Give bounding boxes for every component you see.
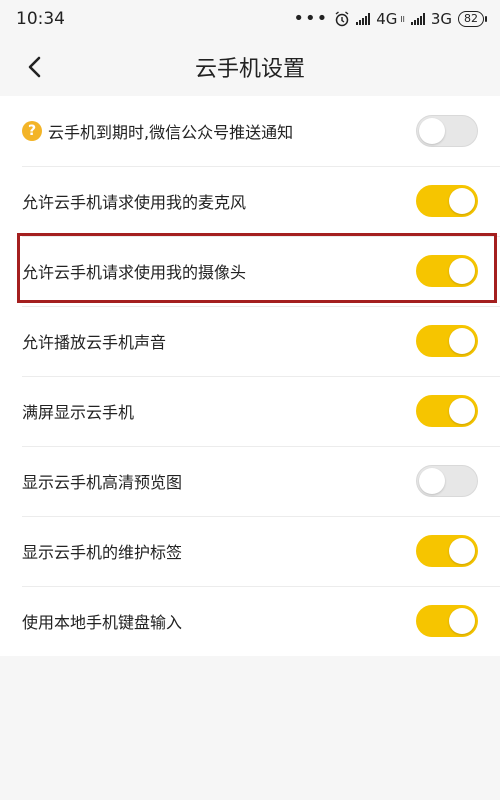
setting-row: 允许云手机请求使用我的摄像头: [0, 236, 500, 306]
network-4g-sub: ll: [400, 14, 405, 24]
setting-toggle[interactable]: [416, 325, 478, 357]
battery-icon: 82: [458, 11, 487, 27]
more-dots-icon: •••: [293, 8, 329, 29]
setting-toggle[interactable]: [416, 115, 478, 147]
settings-list: ? 云手机到期时,微信公众号推送通知 允许云手机请求使用我的麦克风 允许云手机请…: [0, 96, 500, 656]
setting-row: 允许播放云手机声音: [0, 306, 500, 376]
setting-toggle[interactable]: [416, 255, 478, 287]
toggle-knob: [449, 398, 475, 424]
setting-row: 允许云手机请求使用我的麦克风: [0, 166, 500, 236]
signal-icon: [356, 13, 371, 25]
setting-label: 允许播放云手机声音: [22, 333, 167, 352]
network-4g: 4G: [376, 10, 398, 28]
signal-icon-2: [410, 13, 425, 25]
setting-label: 允许云手机请求使用我的摄像头: [22, 263, 247, 282]
toggle-knob: [449, 538, 475, 564]
setting-label: 显示云手机的维护标签: [22, 543, 183, 562]
status-bar: 10:34 ••• 4G ll 3G 82: [0, 0, 500, 38]
setting-toggle[interactable]: [416, 185, 478, 217]
page-title: 云手机设置: [194, 57, 305, 82]
toggle-knob: [419, 118, 445, 144]
toggle-knob: [449, 188, 475, 214]
setting-toggle[interactable]: [416, 465, 478, 497]
network-3g: 3G: [430, 10, 452, 28]
setting-label: 允许云手机请求使用我的麦克风: [22, 193, 247, 212]
status-icons: ••• 4G ll 3G 82: [293, 8, 487, 29]
toggle-knob: [449, 258, 475, 284]
setting-row: ? 云手机到期时,微信公众号推送通知: [0, 96, 500, 166]
toggle-knob: [449, 608, 475, 634]
back-button[interactable]: [16, 48, 52, 86]
setting-toggle[interactable]: [416, 605, 478, 637]
question-icon[interactable]: ?: [22, 121, 42, 141]
setting-row: 使用本地手机键盘输入: [0, 586, 500, 656]
app-header: 云手机设置: [0, 38, 500, 96]
toggle-knob: [449, 328, 475, 354]
chevron-left-icon: [28, 56, 41, 78]
setting-toggle[interactable]: [416, 395, 478, 427]
toggle-knob: [419, 468, 445, 494]
setting-label: 云手机到期时,微信公众号推送通知: [48, 123, 294, 142]
status-time: 10:34: [16, 9, 65, 29]
setting-row: 满屏显示云手机: [0, 376, 500, 446]
setting-row: 显示云手机的维护标签: [0, 516, 500, 586]
setting-row: 显示云手机高清预览图: [0, 446, 500, 516]
alarm-icon: [335, 11, 349, 27]
setting-label: 使用本地手机键盘输入: [22, 613, 183, 632]
setting-toggle[interactable]: [416, 535, 478, 567]
setting-label: 满屏显示云手机: [22, 403, 135, 422]
setting-label: 显示云手机高清预览图: [22, 473, 183, 492]
